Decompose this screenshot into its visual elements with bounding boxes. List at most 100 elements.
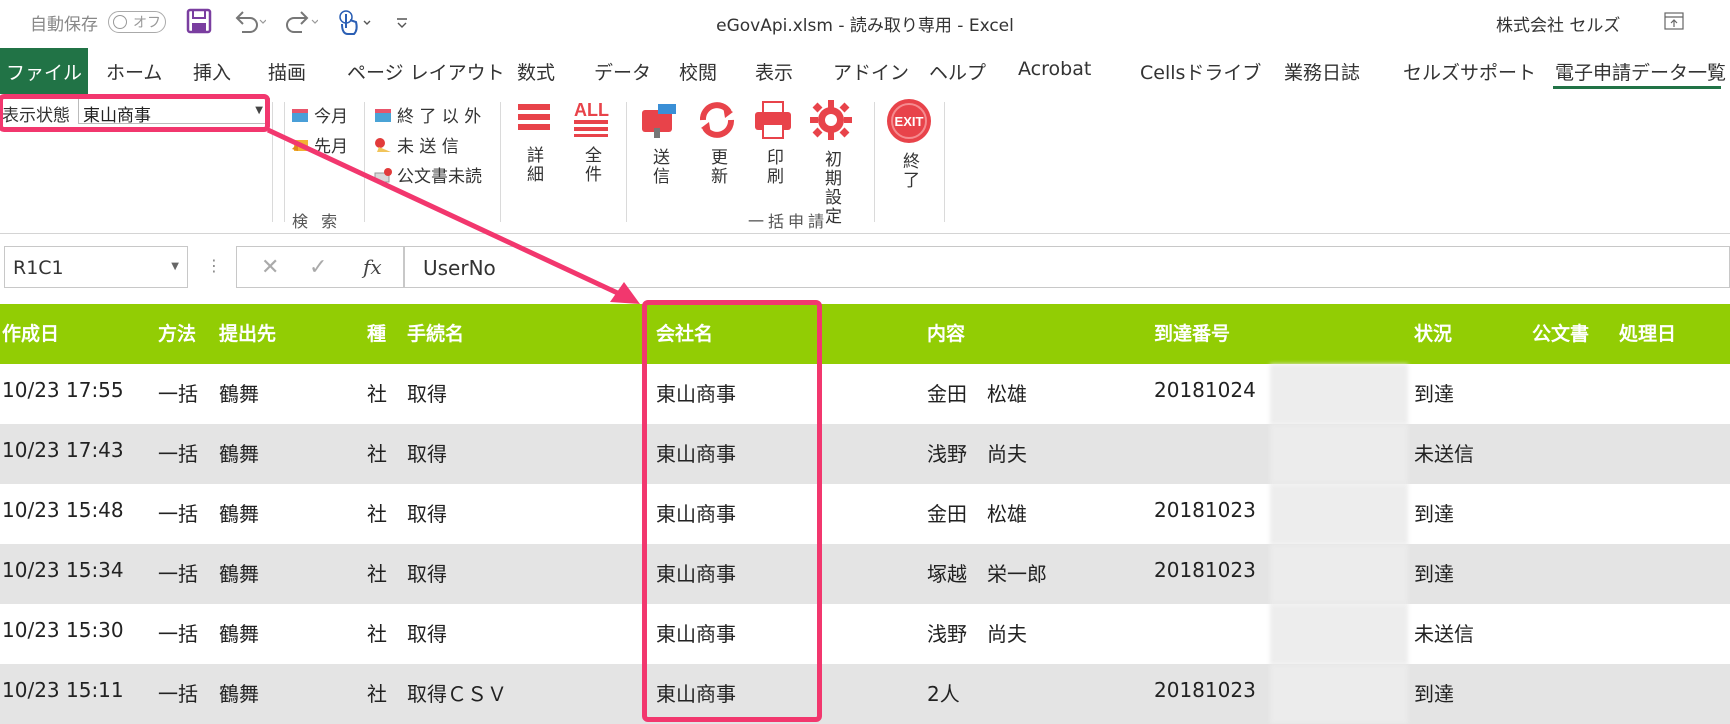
table-row[interactable]: 10/23 17:43 一括 鶴舞社取得 東山商事 浅野 尚夫 未送信	[0, 424, 1730, 484]
tab-data[interactable]: データ	[594, 58, 651, 85]
name-box-value: R1C1	[13, 257, 64, 279]
separator	[284, 102, 285, 222]
header-created-date[interactable]: 作成日	[2, 319, 59, 346]
cell-arrival-number: 20181023	[1154, 678, 1256, 702]
send-button[interactable]: 送信	[632, 98, 686, 190]
detail-label: 詳細	[523, 146, 543, 184]
batch-group-label: 一括申請	[748, 212, 829, 231]
separator	[944, 102, 945, 222]
cell-method: 一括	[158, 682, 198, 706]
tab-formulas[interactable]: 数式	[517, 58, 555, 85]
more-options-icon[interactable]: ⋮	[206, 256, 222, 275]
cell-type: 社	[367, 682, 387, 706]
refresh-icon	[700, 102, 734, 138]
cell-submit-to: 鶴舞	[219, 562, 259, 586]
unsent-label: 未 送 信	[397, 137, 459, 157]
cell-content: 2人	[927, 682, 960, 706]
redacted-region	[1270, 484, 1408, 544]
title-bar: 自動保存 オフ eGovApi.xlsm - 読み取り専用 - Excel 株式…	[0, 0, 1730, 44]
last-month-button[interactable]: 先月	[290, 132, 348, 157]
cell-submit-to: 鶴舞	[219, 682, 259, 706]
table-row[interactable]: 10/23 15:48 一括 鶴舞社取得 東山商事 金田 松雄 20181023 到達	[0, 484, 1730, 544]
cell-content: 塚越 栄一郎	[927, 562, 1047, 586]
cell-procedure: 取得	[407, 502, 447, 526]
cell-method: 一括	[158, 562, 198, 586]
all-button[interactable]: ALL 全件	[564, 98, 618, 188]
tab-view[interactable]: 表示	[755, 58, 793, 85]
unsent-mail-icon	[375, 137, 391, 152]
header-content[interactable]: 内容	[927, 319, 965, 346]
table-row[interactable]: 10/23 15:34 一括 鶴舞社取得 東山商事 塚越 栄一郎 20181023 到達	[0, 544, 1730, 604]
header-processed-date[interactable]: 処理日	[1619, 319, 1676, 346]
search-group-label: 検 索	[292, 212, 342, 231]
unread-doc-label: 公文書未読	[397, 167, 482, 187]
cell-submit-to: 鶴舞	[219, 442, 259, 466]
tab-acrobat[interactable]: Acrobat	[1018, 58, 1091, 80]
tab-work-log[interactable]: 業務日誌	[1284, 58, 1360, 85]
cell-arrival-number: 20181024	[1154, 378, 1256, 402]
table-row[interactable]: 10/23 17:55 一括 鶴舞社取得 東山商事 金田 松雄 20181024 到達	[0, 364, 1730, 424]
tab-home[interactable]: ホーム	[106, 58, 162, 85]
tab-help[interactable]: ヘルプ	[929, 58, 986, 85]
this-month-button[interactable]: 今月	[290, 102, 348, 127]
exit-label: 終了	[899, 152, 919, 190]
unread-doc-button[interactable]: 公文書未読	[373, 162, 482, 187]
table-row[interactable]: 10/23 15:30 一括 鶴舞社取得 東山商事 浅野 尚夫 未送信	[0, 604, 1730, 664]
tab-file[interactable]: ファイル	[0, 48, 88, 94]
unsent-button[interactable]: 未 送 信	[373, 132, 459, 157]
cell-content: 浅野 尚夫	[927, 622, 1027, 646]
except-done-button[interactable]: 終 了 以 外	[373, 102, 481, 127]
cell-content: 金田 松雄	[927, 502, 1027, 526]
cell-created-date: 10/23 17:55	[2, 378, 124, 402]
header-arrival-number[interactable]: 到達番号	[1154, 319, 1230, 346]
cell-method: 一括	[158, 382, 198, 406]
printer-icon	[755, 101, 791, 139]
header-official-doc[interactable]: 公文書	[1532, 319, 1589, 346]
cell-created-date: 10/23 15:30	[2, 618, 124, 642]
table-header-row: 作成日 方法 提出先 種 手続名 会社名 内容 到達番号 状況 公文書 処理日	[0, 304, 1730, 364]
header-method[interactable]: 方法	[158, 319, 196, 346]
print-button[interactable]: 印刷	[746, 98, 800, 190]
tab-egov-data-list[interactable]: 電子申請データ一覧	[1555, 58, 1726, 85]
header-type[interactable]: 種	[367, 319, 386, 346]
header-procedure[interactable]: 手続名	[407, 319, 464, 346]
refresh-label: 更新	[707, 148, 727, 186]
header-submit-to[interactable]: 提出先	[219, 319, 276, 346]
cancel-icon[interactable]: ✕	[261, 255, 279, 280]
header-status[interactable]: 状況	[1414, 319, 1452, 346]
redacted-region	[1270, 664, 1408, 724]
tab-review[interactable]: 校閲	[679, 58, 717, 85]
table-row[interactable]: 10/23 15:11 一括 鶴舞社取得ＣＳＶ 東山商事 2人 20181023 到達	[0, 664, 1730, 724]
ribbon-display-options-icon[interactable]	[1664, 12, 1684, 30]
tab-page-layout[interactable]: ページ レイアウト	[347, 58, 505, 85]
cell-status: 未送信	[1414, 622, 1474, 646]
tab-insert[interactable]: 挿入	[193, 58, 231, 85]
cell-submit-to: 鶴舞	[219, 622, 259, 646]
detail-button[interactable]: 詳細	[506, 98, 560, 188]
cell-status: 到達	[1414, 382, 1454, 406]
cell-created-date: 10/23 15:11	[2, 678, 124, 702]
cell-arrival-number: 20181023	[1154, 558, 1256, 582]
account-name[interactable]: 株式会社 セルズ	[1496, 11, 1620, 36]
formula-input[interactable]: UserNo	[404, 246, 1730, 288]
cell-method: 一括	[158, 442, 198, 466]
tab-addins[interactable]: アドイン	[833, 58, 909, 85]
tab-draw[interactable]: 描画	[268, 58, 306, 85]
name-box[interactable]: R1C1 ▼	[4, 246, 188, 288]
exit-button[interactable]: EXIT 終了	[882, 98, 936, 194]
cell-procedure: 取得	[407, 622, 447, 646]
cell-type: 社	[367, 562, 387, 586]
exit-icon-text: EXIT	[895, 114, 924, 129]
data-grid: 作成日 方法 提出先 種 手続名 会社名 内容 到達番号 状況 公文書 処理日 …	[0, 300, 1730, 724]
insert-function-icon[interactable]: fx	[363, 255, 382, 279]
cell-created-date: 10/23 15:34	[2, 558, 124, 582]
cell-arrival-number: 20181023	[1154, 498, 1256, 522]
cell-method: 一括	[158, 622, 198, 646]
highlight-filter-box	[0, 94, 270, 132]
chevron-down-icon: ▼	[171, 261, 179, 272]
highlight-company-column	[642, 300, 822, 722]
tab-cells-drive[interactable]: Cellsドライブ	[1140, 58, 1261, 85]
confirm-icon[interactable]: ✓	[309, 255, 327, 280]
refresh-button[interactable]: 更新	[690, 98, 744, 190]
tab-cells-support[interactable]: セルズサポート	[1403, 58, 1536, 85]
